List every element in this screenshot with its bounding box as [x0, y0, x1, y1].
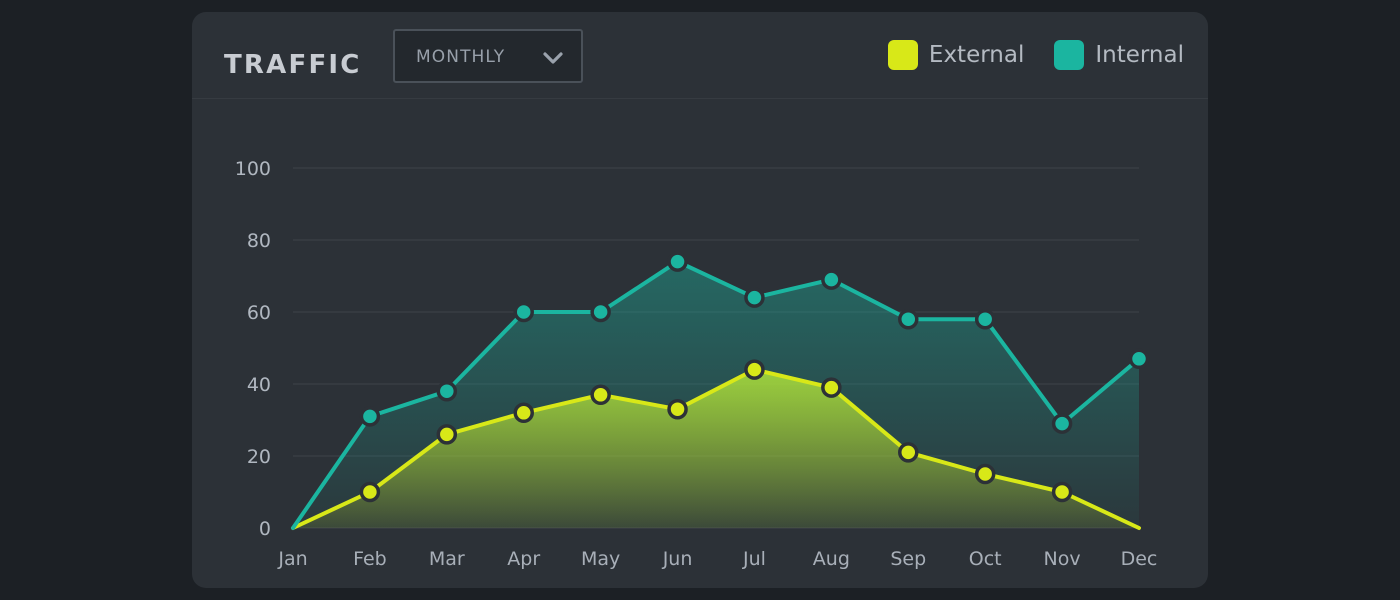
x-tick-label: Jul [742, 548, 766, 570]
data-point-marker[interactable] [359, 481, 381, 503]
data-point-marker[interactable] [436, 380, 458, 402]
data-point-marker[interactable] [744, 359, 765, 380]
x-tick-label: Nov [1044, 548, 1081, 570]
x-tick-label: Oct [969, 548, 1002, 570]
data-point-marker[interactable] [667, 398, 688, 420]
data-point-marker[interactable] [744, 287, 765, 308]
legend-label-external: External [928, 42, 1025, 68]
x-tick-label: May [581, 548, 620, 570]
data-point-marker[interactable] [667, 251, 688, 272]
data-point-marker[interactable] [974, 308, 996, 330]
y-tick-label: 20 [247, 446, 271, 468]
x-tick-label: Apr [507, 548, 540, 570]
y-tick-label: 60 [247, 302, 271, 324]
y-tick-label: 0 [259, 518, 271, 540]
data-point-marker[interactable] [974, 463, 996, 485]
data-point-marker[interactable] [359, 406, 381, 427]
data-point-marker[interactable] [590, 301, 611, 323]
range-select-value: MONTHLY [416, 47, 506, 67]
chart-legend: External Internal [887, 40, 1184, 70]
panel-header: TRAFFIC MONTHLY External Internal [192, 12, 1208, 99]
y-tick-label: 100 [235, 158, 271, 180]
x-axis-labels: Jan Feb Mar Apr May Jun Jul Aug Sep Oct Nov Dec [277, 548, 1157, 570]
traffic-chart-panel: TRAFFIC MONTHLY External Internal 0 20 4… [192, 12, 1208, 588]
chart-areas [293, 261, 1139, 528]
data-point-marker[interactable] [1128, 348, 1150, 370]
x-tick-label: Dec [1121, 548, 1158, 570]
series-area-internal [293, 261, 1139, 528]
x-tick-label: Aug [813, 548, 850, 570]
range-select-dropdown[interactable]: MONTHLY [393, 29, 583, 83]
data-point-marker[interactable] [1051, 481, 1073, 503]
legend-swatch-internal [1054, 40, 1085, 70]
data-point-marker[interactable] [898, 442, 919, 463]
y-tick-label: 80 [247, 230, 271, 252]
data-point-marker[interactable] [898, 308, 919, 330]
legend-label-internal: Internal [1095, 42, 1184, 68]
y-axis-labels: 0 20 40 60 80 100 [235, 158, 271, 540]
chevron-down-icon [542, 47, 564, 69]
x-tick-label: Jan [277, 548, 307, 570]
x-tick-label: Mar [429, 548, 465, 570]
data-point-marker[interactable] [821, 377, 842, 398]
y-tick-label: 40 [247, 374, 271, 396]
x-tick-label: Sep [890, 548, 926, 570]
data-point-marker[interactable] [1051, 413, 1073, 434]
data-point-marker[interactable] [513, 402, 534, 424]
data-point-marker[interactable] [436, 424, 458, 445]
data-point-marker[interactable] [821, 269, 842, 290]
legend-item-external[interactable]: External [887, 40, 1025, 70]
x-tick-label: Feb [353, 548, 387, 570]
legend-swatch-external [887, 40, 918, 70]
page-title: TRAFFIC [224, 50, 362, 80]
legend-item-internal[interactable]: Internal [1054, 40, 1184, 70]
chart-svg: 0 20 40 60 80 100 Jan Feb Mar Apr May Jun Jul Aug Sep… [235, 158, 1158, 570]
chart-plot-area: 0 20 40 60 80 100 Jan Feb Mar Apr May Jun Jul Aug Sep… [192, 99, 1208, 588]
data-point-marker[interactable] [513, 301, 534, 323]
x-tick-label: Jun [662, 548, 693, 570]
data-point-marker[interactable] [590, 384, 611, 406]
